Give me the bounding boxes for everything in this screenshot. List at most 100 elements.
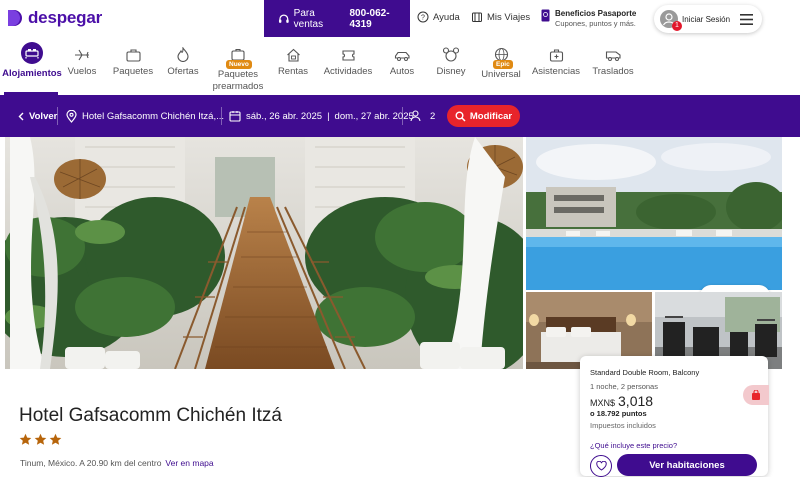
main-hotel-photo[interactable] [5,137,523,369]
hotel-name: Hotel Gafsacomm Chichén Itzá [19,405,282,426]
mickey-icon [443,47,459,62]
star-icon [34,433,47,445]
view-rooms-button[interactable]: Ver habitaciones [617,454,757,476]
house-icon [286,48,300,62]
medical-case-icon [549,49,563,62]
notification-badge: 1 [672,21,682,31]
divider [57,107,58,125]
person-icon [410,110,421,122]
nav-item-disney[interactable]: Disney [432,38,470,77]
nav-label: Universal [481,69,521,80]
pool-image [526,137,782,290]
star-icon [49,433,62,445]
benefits-subtitle: Cupones, puntos y más. [555,19,636,28]
modify-label: Modificar [469,110,513,122]
nav-label: Traslados [592,66,634,77]
price-includes-link[interactable]: ¿Qué incluye este precio? [590,441,758,450]
headset-icon [278,13,289,23]
my-trips-label: Mis Viajes [487,11,531,23]
nav-item-paquetes[interactable]: Paquetes [110,38,156,77]
price-points: o 18.792 puntos [590,409,647,418]
favorite-button[interactable] [590,455,612,477]
nav-item-alojamientos[interactable]: Alojamientos [2,38,62,79]
view-map-link[interactable]: Ver en mapa [165,458,213,468]
walkway-garden-image [5,137,523,369]
flame-icon [177,47,189,62]
svg-text:?: ? [421,15,425,22]
divider [402,107,403,125]
photo-gallery: Ver galería [0,137,800,369]
passport-icon [541,9,550,22]
taxes-included: Impuestos incluidos [590,421,656,430]
my-trips-link[interactable]: Mis Viajes [471,11,530,23]
divider [221,107,222,125]
benefits-title: Beneficios Pasaporte [555,9,637,18]
price-currency: MXN$ [590,398,616,408]
hotel-location: Tinum, México. A 20.90 km del centro Ver … [20,458,214,468]
search-icon [455,111,466,122]
search-summary-bar: Volver Hotel Gafsacomm Chichén Itzá,... … [0,95,800,137]
epic-tag: Epic [493,60,513,69]
nav-label: Asistencias [531,66,581,77]
calendar-icon [229,111,241,122]
shuttle-icon [605,51,621,61]
nav-label: Rentas [277,66,309,77]
login-label: Iniciar Sesión [682,14,731,24]
suitcase-icon [125,49,141,62]
chevron-left-icon [18,112,24,120]
sales-phone[interactable]: 800-062-4319 [350,8,411,30]
product-nav: Alojamientos Vuelos Paquetes Ofertas Nue… [0,38,800,95]
nav-label: Ofertas [167,66,199,77]
bed-icon [21,42,43,64]
date-separator: | [327,110,330,122]
modify-button[interactable]: Modificar [447,105,520,127]
nav-item-vuelos[interactable]: Vuelos [62,38,102,77]
sales-phone-banner[interactable]: Para ventas 800-062-4319 [264,0,410,37]
nav-item-actividades[interactable]: Actividades [320,38,376,77]
guests-value: 2 [430,110,436,122]
star-icon [19,433,32,445]
bag-icon [752,389,760,400]
nav-label: Actividades [323,66,373,77]
nav-item-rentas[interactable]: Rentas [274,38,312,77]
nav-item-autos[interactable]: Autos [384,38,420,77]
benefits-passport[interactable]: Beneficios Pasaporte Cupones, puntos y m… [541,9,636,28]
trips-icon [472,12,482,22]
nav-item-universal[interactable]: Epic Universal [478,38,524,80]
destination-value: Hotel Gafsacomm Chichén Itzá,... [82,110,225,122]
despegar-logo-icon [8,10,22,26]
nav-label: Paquetes [112,66,154,77]
nav-label: Alojamientos [2,68,62,79]
ticket-icon [341,50,355,61]
nav-label: Paquetes prearmados [212,69,264,92]
back-label: Volver [29,110,58,122]
menu-icon[interactable] [740,13,754,25]
nav-item-traslados[interactable]: Traslados [590,38,636,77]
checkin-date: sáb., 26 abr. 2025 [246,110,323,122]
nav-label: Autos [389,66,415,77]
pool-photo[interactable] [526,137,782,290]
nav-label: Vuelos [67,66,97,77]
help-icon: ? [417,11,429,23]
nav-item-paquetes-prearmados[interactable]: Nuevo Paquetes prearmados [210,38,266,93]
sales-label: Para ventas [293,7,324,30]
nav-item-asistencias[interactable]: Asistencias [530,38,582,77]
avatar: 1 [660,10,682,31]
location-text: Tinum, México. A 20.90 km del centro [20,458,162,468]
help-link[interactable]: ? Ayuda [417,11,460,23]
new-tag: Nuevo [226,60,252,69]
login-button[interactable]: 1 Iniciar Sesión [654,5,762,33]
location-pin-icon [66,109,77,123]
dates-field[interactable]: sáb., 26 abr. 2025 | dom., 27 abr. 2025 [229,95,414,137]
plane-icon [75,49,89,61]
guests-field[interactable]: 2 [410,95,435,137]
side-feedback-tab[interactable] [743,385,769,405]
car-icon [394,51,410,61]
room-type: Standard Double Room, Balcony [590,368,700,377]
top-bar: despegar Para ventas 800-062-4319 ? Ayud… [0,0,800,38]
back-button[interactable]: Volver [18,95,57,137]
despegar-logo[interactable]: despegar [6,8,102,28]
price-amount: 3,018 [618,393,654,409]
nav-item-ofertas[interactable]: Ofertas [164,38,202,77]
destination-field[interactable]: Hotel Gafsacomm Chichén Itzá,... [66,95,224,137]
